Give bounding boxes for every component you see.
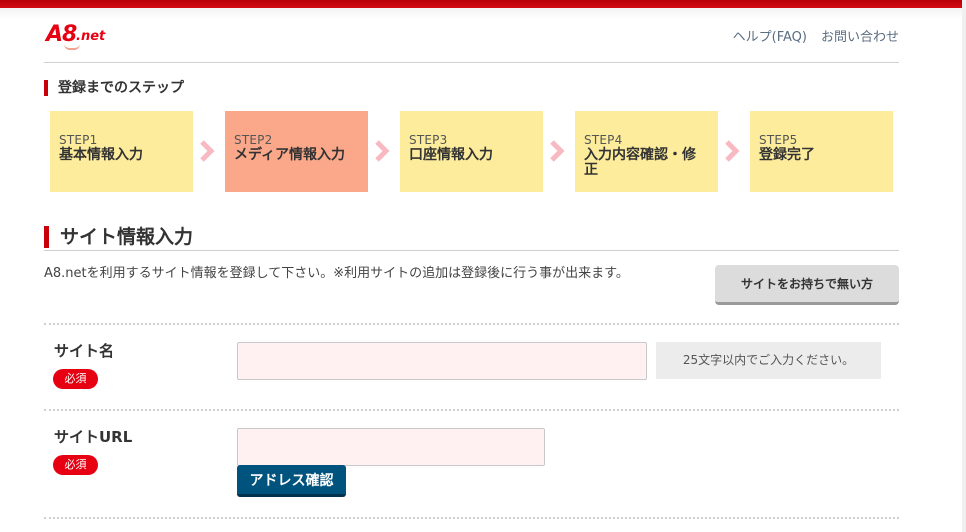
page-scrollbar[interactable] (962, 0, 966, 532)
section-divider (44, 250, 899, 251)
site-url-input[interactable] (237, 428, 545, 466)
no-site-button[interactable]: サイトをお持ちで無い方 (715, 265, 899, 305)
step-arrow-icon (375, 140, 390, 162)
top-accent-shadow (0, 8, 966, 20)
site-name-input[interactable] (237, 342, 647, 380)
a8net-logo[interactable]: A8 .net (46, 22, 118, 52)
help-faq-link[interactable]: ヘルプ(FAQ) (733, 26, 807, 45)
header-divider (44, 62, 899, 63)
required-badge: 必須 (53, 455, 98, 475)
step-label: 登録完了 (759, 147, 815, 163)
step-number: STEP1 (59, 133, 98, 147)
site-url-label: サイトURL (54, 428, 133, 446)
row-divider (44, 517, 899, 519)
top-accent-bar (0, 0, 966, 8)
site-name-label: サイト名 (54, 342, 115, 360)
step-arrow-icon (550, 140, 565, 162)
logo-suffix: .net (76, 29, 106, 44)
step-number: STEP4 (584, 133, 623, 147)
section-title: サイト情報入力 (44, 226, 193, 248)
step-label: 基本情報入力 (59, 147, 143, 163)
contact-link[interactable]: お問い合わせ (821, 26, 899, 45)
step-4: STEP4 入力内容確認・修正 (575, 111, 718, 192)
intro-text: A8.netを利用するサイト情報を登録して下さい。※利用サイトの追加は登録後に行… (44, 266, 629, 281)
logo-smile-icon (64, 44, 80, 50)
step-label: メディア情報入力 (234, 147, 346, 163)
header-nav: ヘルプ(FAQ) お問い合わせ (733, 26, 899, 45)
step-number: STEP5 (759, 133, 798, 147)
site-name-hint: 25文字以内でご入力ください。 (656, 342, 881, 379)
step-1: STEP1 基本情報入力 (50, 111, 193, 192)
step-3: STEP3 口座情報入力 (400, 111, 543, 192)
step-2: STEP2 メディア情報入力 (225, 111, 368, 192)
row-divider (44, 409, 899, 411)
required-badge: 必須 (53, 369, 98, 389)
step-arrow-icon (725, 140, 740, 162)
step-number: STEP2 (234, 133, 273, 147)
step-label: 口座情報入力 (409, 147, 493, 163)
step-arrow-icon (200, 140, 215, 162)
steps-heading: 登録までのステップ (44, 80, 184, 96)
step-5: STEP5 登録完了 (750, 111, 893, 192)
address-confirm-button[interactable]: アドレス確認 (237, 465, 346, 497)
row-divider (44, 323, 899, 325)
step-label: 入力内容確認・修正 (584, 147, 696, 178)
step-number: STEP3 (409, 133, 448, 147)
